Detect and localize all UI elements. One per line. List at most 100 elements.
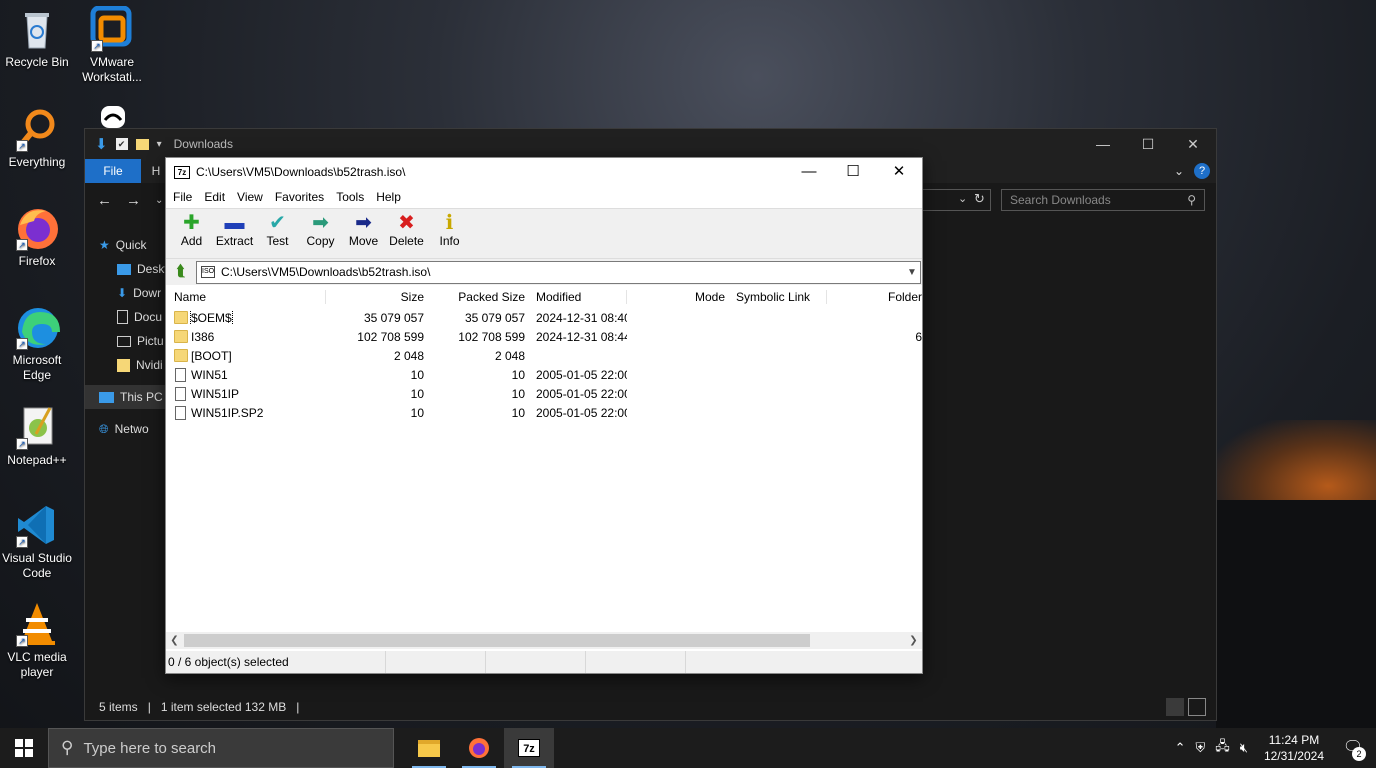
table-row[interactable]: WIN51IP 10 10 2005-01-05 22:00 xyxy=(166,384,922,403)
file-explorer-icon xyxy=(418,739,440,757)
item-count: 5 items xyxy=(99,700,138,714)
cell-modified: 2005-01-05 22:00 xyxy=(536,405,627,420)
desktop-icon-label: VLC media player xyxy=(7,650,67,679)
horizontal-scrollbar[interactable]: ❮ ❯ xyxy=(166,632,922,649)
desktop-icon-everything[interactable]: ↗ Everything xyxy=(0,106,74,170)
scroll-right-arrow-icon[interactable]: ❯ xyxy=(905,635,922,646)
details-view-icon[interactable] xyxy=(1166,698,1184,716)
toolbar-test-button[interactable]: ✔ Test xyxy=(256,209,299,248)
status-pane xyxy=(586,651,686,673)
toolbar-extract-button[interactable]: ▬ Extract xyxy=(213,209,256,248)
desktop-icon-vlc[interactable]: ↗ VLC media player xyxy=(0,601,74,680)
search-placeholder: Search Downloads xyxy=(1010,193,1111,207)
column-size[interactable]: Size xyxy=(326,290,426,304)
column-name[interactable]: Name xyxy=(166,290,326,304)
back-arrow-icon[interactable]: ← xyxy=(97,192,112,209)
notification-center-button[interactable]: 🗨︎ 2 xyxy=(1340,737,1366,761)
menu-tools[interactable]: Tools xyxy=(336,190,370,204)
minimize-button[interactable]: — xyxy=(786,158,832,186)
column-modified[interactable]: Modified xyxy=(527,290,627,304)
desktop-icon-recycle-bin[interactable]: Recycle Bin xyxy=(0,6,74,70)
desktop-icon-label: VMware Workstati... xyxy=(82,55,142,84)
taskbar-app-file-explorer[interactable] xyxy=(404,728,454,768)
desktop-icon-vscode[interactable]: ↗ Visual Studio Code xyxy=(0,502,74,581)
large-icons-view-icon[interactable] xyxy=(1188,698,1206,716)
maximize-button[interactable]: ☐ xyxy=(830,158,876,186)
pc-icon xyxy=(99,391,114,403)
firefox-icon: ↗ xyxy=(14,205,60,251)
close-button[interactable]: ✕ xyxy=(1170,129,1216,159)
desktop-icon-label: Visual Studio Code xyxy=(2,551,72,580)
desktop-icon-edge[interactable]: ↗ Microsoft Edge xyxy=(0,304,74,383)
explorer-search-input[interactable]: Search Downloads ⚲ xyxy=(1001,189,1205,211)
start-button[interactable] xyxy=(0,728,48,768)
help-icon[interactable]: ? xyxy=(1194,163,1210,179)
sidebar-item-label: Netwo xyxy=(114,422,149,436)
menu-help[interactable]: Help xyxy=(376,190,407,204)
toolbar-info-button[interactable]: ℹ Info xyxy=(428,209,471,248)
address-dropdown-icon[interactable]: ⌄ xyxy=(958,192,967,205)
table-row[interactable]: WIN51 10 10 2005-01-05 22:00 xyxy=(166,365,922,384)
desktop-icon-notepadpp[interactable]: ↗ Notepad++ xyxy=(0,404,74,468)
network-tray-icon[interactable]: 🖧 xyxy=(1215,737,1230,759)
up-folder-icon[interactable]: ⮬ xyxy=(172,263,190,281)
scrollbar-thumb[interactable] xyxy=(184,634,810,647)
toolbar-delete-button[interactable]: ✖ Delete xyxy=(385,209,428,248)
security-icon[interactable]: ⛨ xyxy=(1195,740,1205,756)
folder-icon xyxy=(174,330,188,343)
taskbar-search-box[interactable]: ⚲ Type here to search xyxy=(48,728,394,768)
new-folder-icon[interactable] xyxy=(135,138,149,150)
minimize-button[interactable]: — xyxy=(1080,129,1126,159)
ribbon-expand-chevron-icon[interactable]: ⌄ xyxy=(1174,164,1184,178)
column-folders[interactable]: Folder xyxy=(827,290,922,304)
explorer-statusbar: 5 items | 1 item selected 132 MB | xyxy=(85,694,1216,720)
volume-muted-icon[interactable]: 🔇︎ xyxy=(1240,740,1248,756)
taskbar-app-7zip[interactable]: 7z xyxy=(504,728,554,768)
cell-packed-size: 2 048 xyxy=(494,348,525,363)
toolbar-move-button[interactable]: ➡ Move xyxy=(342,209,385,248)
table-row[interactable]: WIN51IP.SP2 10 10 2005-01-05 22:00 xyxy=(166,403,922,422)
file-icon xyxy=(175,405,186,420)
address-bar-end[interactable]: ⌄ ↻ xyxy=(921,189,991,211)
cell-name: WIN51IP xyxy=(166,386,326,401)
chevron-down-icon[interactable]: ▼ xyxy=(904,267,920,278)
address-combobox[interactable]: ISO C:\Users\VM5\Downloads\b52trash.iso\… xyxy=(196,260,921,284)
menu-favorites[interactable]: Favorites xyxy=(275,190,330,204)
ribbon-file-tab[interactable]: File xyxy=(85,159,141,183)
menu-view[interactable]: View xyxy=(237,190,269,204)
properties-check-icon[interactable]: ✔ xyxy=(115,138,128,150)
toolbar-copy-button[interactable]: ➡ Copy xyxy=(299,209,342,248)
desktop-icon-firefox[interactable]: ↗ Firefox xyxy=(0,205,74,269)
column-packed-size[interactable]: Packed Size xyxy=(426,290,527,304)
maximize-button[interactable]: ☐ xyxy=(1125,129,1171,159)
table-row[interactable]: $OEM$ 35 079 057 35 079 057 2024-12-31 08:4… xyxy=(166,308,922,327)
scroll-left-arrow-icon[interactable]: ❮ xyxy=(166,635,183,646)
forward-arrow-icon[interactable]: → xyxy=(126,192,141,209)
7zip-window[interactable]: 7z C:\Users\VM5\Downloads\b52trash.iso\ … xyxy=(165,157,923,674)
show-hidden-icons-chevron-icon[interactable]: ⌃ xyxy=(1175,740,1186,756)
column-symbolic-link[interactable]: Symbolic Link xyxy=(727,290,827,304)
explorer-titlebar[interactable]: ⬇ ✔ ▾ Downloads — ☐ ✕ xyxy=(85,129,1216,159)
column-mode[interactable]: Mode xyxy=(627,290,727,304)
table-row[interactable]: [BOOT] 2 048 2 048 xyxy=(166,346,922,365)
system-tray: ⌃ ⛨ 🖧 🔇︎ 11:24 PM 12/31/2024 🗨︎ 2 xyxy=(1175,728,1376,768)
desktop-icon-label: Notepad++ xyxy=(7,453,67,467)
refresh-icon[interactable]: ↻ xyxy=(974,191,985,207)
network-icon: 🌐︎ xyxy=(99,421,109,436)
clock[interactable]: 11:24 PM 12/31/2024 xyxy=(1258,732,1330,764)
desktop-icon-label: Everything xyxy=(8,155,66,169)
menu-edit[interactable]: Edit xyxy=(204,190,231,204)
table-row[interactable]: I386 102 708 599 102 708 599 2024-12-31 08:… xyxy=(166,327,922,346)
taskbar-app-firefox[interactable] xyxy=(454,728,504,768)
search-placeholder: Type here to search xyxy=(83,739,217,757)
desktop-icon-vmware[interactable]: ↗ VMware Workstati... xyxy=(75,5,149,85)
close-button[interactable]: ✕ xyxy=(876,158,922,186)
7zip-titlebar[interactable]: 7z C:\Users\VM5\Downloads\b52trash.iso\ … xyxy=(166,158,922,186)
customize-toolbar-icon[interactable]: ▾ xyxy=(157,139,162,150)
recent-chevron-icon[interactable]: ⌄ xyxy=(155,195,163,206)
desktop-icon-partial[interactable] xyxy=(75,104,149,131)
test-icon: ✔ xyxy=(269,212,286,234)
toolbar-add-button[interactable]: ✚ Add xyxy=(170,209,213,248)
quick-access-download-icon[interactable]: ⬇ xyxy=(95,135,108,153)
menu-file[interactable]: File xyxy=(173,190,198,204)
